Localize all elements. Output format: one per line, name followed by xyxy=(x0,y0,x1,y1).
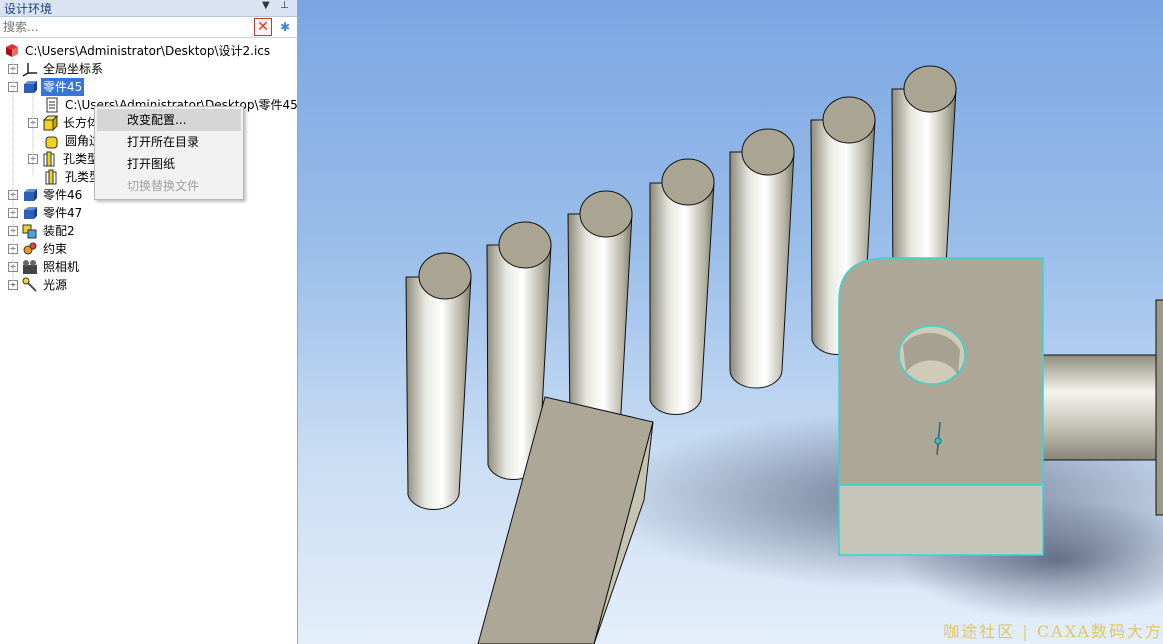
expand-icon[interactable]: + xyxy=(8,208,18,218)
menu-item-change-config[interactable]: 改变配置... xyxy=(97,109,241,131)
pin-5[interactable] xyxy=(729,128,795,389)
expand-icon[interactable]: + xyxy=(8,190,18,200)
light-icon xyxy=(22,277,38,293)
expand-icon[interactable]: + xyxy=(8,226,18,236)
tree-item-hole1[interactable]: + 孔类型 xyxy=(28,150,101,168)
part-icon xyxy=(22,205,38,221)
context-menu: 改变配置... 打开所在目录 打开图纸 切换替换文件 xyxy=(94,106,244,200)
tree-item-label: 光源 xyxy=(43,278,68,292)
tree-root-label: C:\Users\Administrator\Desktop\设计2.ics xyxy=(25,44,271,58)
hole-feature-icon xyxy=(44,169,60,185)
tree-item-label: 零件46 xyxy=(43,188,83,202)
collapse-icon[interactable]: − xyxy=(8,82,18,92)
document-icon xyxy=(44,97,60,113)
watermark: 咖途社区 | CAXA数码大方 xyxy=(943,622,1163,641)
tree-item-light[interactable]: + 光源 xyxy=(8,276,69,294)
tree-item-camera[interactable]: + 照相机 xyxy=(8,258,81,276)
tree-item-constraints[interactable]: + 约束 xyxy=(8,240,69,258)
clear-search-icon[interactable]: ✕ xyxy=(254,18,272,36)
search-input[interactable] xyxy=(0,18,254,36)
assembly-icon xyxy=(22,223,38,239)
selected-block[interactable] xyxy=(838,257,1044,556)
3d-viewport[interactable]: 咖途社区 | CAXA数码大方 xyxy=(298,0,1163,644)
menu-item-open-drawing[interactable]: 打开图纸 xyxy=(95,153,243,175)
search-options-icon[interactable]: ✱ xyxy=(276,18,294,36)
panel-title: 设计环境 xyxy=(4,1,53,16)
expand-icon[interactable]: + xyxy=(28,154,38,164)
expand-icon[interactable]: + xyxy=(28,118,38,128)
tree-item-global-coord[interactable]: + 全局坐标系 xyxy=(8,60,105,78)
cuboid-feature-icon xyxy=(42,114,59,132)
coordinate-system-icon xyxy=(22,61,38,77)
tree-item-part46[interactable]: + 零件46 xyxy=(8,186,84,204)
menu-item-label: 改变配置... xyxy=(127,113,187,127)
design-file-icon xyxy=(4,43,20,59)
pin-4[interactable] xyxy=(649,158,715,415)
design-environment-panel: 设计环境 ▼ ⊥ ✕ ✱ C:\Users\Administrator\Desk… xyxy=(0,0,298,644)
tree-item-label: 零件47 xyxy=(43,206,83,220)
panel-header: 设计环境 ▼ ⊥ xyxy=(0,0,297,17)
dropdown-icon[interactable]: ▼ xyxy=(262,0,270,11)
scene-render xyxy=(405,65,1163,644)
pin-icon[interactable]: ⊥ xyxy=(280,0,289,11)
menu-item-label: 打开所在目录 xyxy=(127,135,200,149)
expand-icon[interactable]: + xyxy=(8,64,18,74)
tree-item-assembly2[interactable]: + 装配2 xyxy=(8,222,77,240)
hole-feature-icon xyxy=(42,151,58,167)
part-icon xyxy=(22,79,38,95)
menu-item-label: 打开图纸 xyxy=(127,157,176,171)
search-row: ✕ ✱ xyxy=(0,17,297,38)
fillet-feature-icon xyxy=(44,133,60,149)
tree-item-label: 零件45 xyxy=(41,78,85,96)
menu-item-open-directory[interactable]: 打开所在目录 xyxy=(95,131,243,153)
tree-item-label: 全局坐标系 xyxy=(43,62,104,76)
expand-icon[interactable]: + xyxy=(8,244,18,254)
menu-item-label: 切换替换文件 xyxy=(127,179,200,193)
menu-item-switch-replace-file: 切换替换文件 xyxy=(95,175,243,197)
tree-item-part45[interactable]: − 零件45 xyxy=(8,78,85,96)
camera-icon xyxy=(22,259,38,275)
tree-item-label: 约束 xyxy=(43,242,68,256)
tree-item-label: 照相机 xyxy=(43,260,80,274)
tree-root[interactable]: C:\Users\Administrator\Desktop\设计2.ics xyxy=(4,42,272,60)
tree-item-part47[interactable]: + 零件47 xyxy=(8,204,84,222)
pin-1[interactable] xyxy=(405,252,472,510)
expand-icon[interactable]: + xyxy=(8,280,18,290)
tree-item-cuboid[interactable]: + 长方体 xyxy=(28,114,101,132)
expand-icon[interactable]: + xyxy=(8,262,18,272)
part-icon xyxy=(22,187,38,203)
constraint-icon xyxy=(22,241,38,257)
tree-item-label: 装配2 xyxy=(43,224,75,238)
